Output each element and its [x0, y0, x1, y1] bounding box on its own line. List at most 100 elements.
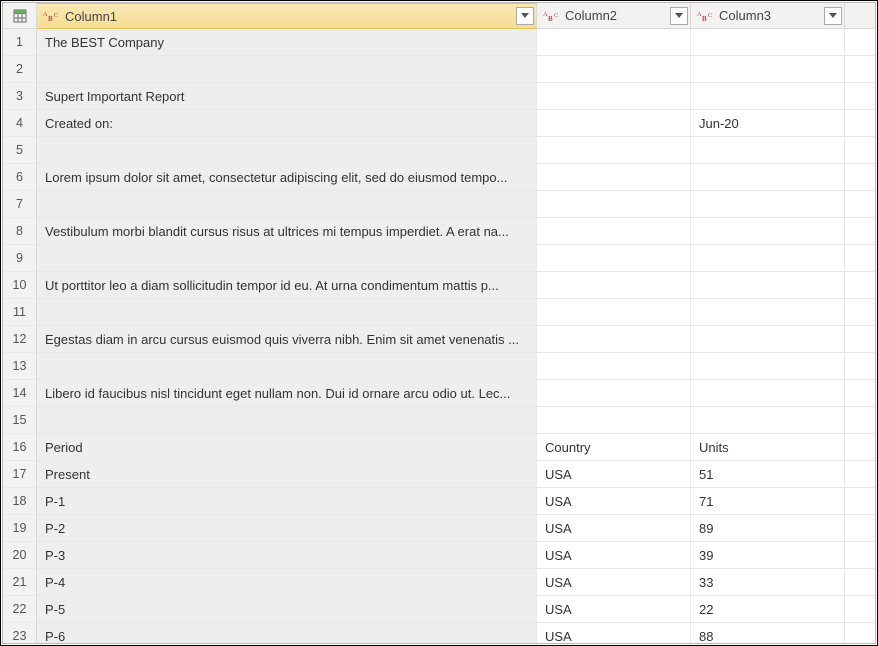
cell-column2[interactable]: USA — [537, 515, 691, 542]
column-header-column2[interactable]: A B C Column2 — [537, 3, 691, 29]
cell-column1[interactable] — [37, 191, 537, 218]
cell-column3[interactable]: 51 — [691, 461, 845, 488]
cell-column3[interactable] — [691, 164, 845, 191]
table-row[interactable]: 16PeriodCountryUnits — [3, 434, 875, 461]
cell-column3[interactable]: 71 — [691, 488, 845, 515]
cell-column2[interactable] — [537, 164, 691, 191]
cell-column2[interactable]: USA — [537, 569, 691, 596]
row-number[interactable]: 22 — [3, 596, 37, 623]
cell-column1[interactable] — [37, 245, 537, 272]
cell-column1[interactable]: P-6 — [37, 623, 537, 643]
cell-column3[interactable] — [691, 218, 845, 245]
row-number[interactable]: 20 — [3, 542, 37, 569]
cell-column1[interactable]: Created on: — [37, 110, 537, 137]
table-row[interactable]: 18P-1USA71 — [3, 488, 875, 515]
cell-column2[interactable] — [537, 272, 691, 299]
cell-column1[interactable]: P-3 — [37, 542, 537, 569]
table-row[interactable]: 9 — [3, 245, 875, 272]
cell-column2[interactable] — [537, 110, 691, 137]
cell-column1[interactable]: P-1 — [37, 488, 537, 515]
table-row[interactable]: 3Supert Important Report — [3, 83, 875, 110]
cell-column2[interactable] — [537, 407, 691, 434]
cell-column1[interactable] — [37, 137, 537, 164]
row-number[interactable]: 4 — [3, 110, 37, 137]
table-row[interactable]: 5 — [3, 137, 875, 164]
cell-column1[interactable]: Lorem ipsum dolor sit amet, consectetur … — [37, 164, 537, 191]
cell-column1[interactable]: Present — [37, 461, 537, 488]
cell-column3[interactable] — [691, 380, 845, 407]
cell-column2[interactable] — [537, 137, 691, 164]
cell-column3[interactable] — [691, 407, 845, 434]
cell-column2[interactable] — [537, 353, 691, 380]
cell-column3[interactable] — [691, 353, 845, 380]
cell-column2[interactable]: Country — [537, 434, 691, 461]
cell-column1[interactable]: Vestibulum morbi blandit cursus risus at… — [37, 218, 537, 245]
cell-column3[interactable] — [691, 56, 845, 83]
table-row[interactable]: 20P-3USA39 — [3, 542, 875, 569]
row-number[interactable]: 2 — [3, 56, 37, 83]
table-row[interactable]: 1The BEST Company — [3, 29, 875, 56]
row-number[interactable]: 13 — [3, 353, 37, 380]
cell-column3[interactable]: 88 — [691, 623, 845, 643]
cell-column2[interactable] — [537, 380, 691, 407]
row-number[interactable]: 15 — [3, 407, 37, 434]
table-row[interactable]: 2 — [3, 56, 875, 83]
table-row[interactable]: 7 — [3, 191, 875, 218]
cell-column2[interactable] — [537, 29, 691, 56]
cell-column2[interactable] — [537, 83, 691, 110]
cell-column1[interactable]: Ut porttitor leo a diam sollicitudin tem… — [37, 272, 537, 299]
row-number[interactable]: 5 — [3, 137, 37, 164]
cell-column2[interactable]: USA — [537, 623, 691, 643]
cell-column1[interactable] — [37, 56, 537, 83]
table-row[interactable]: 19P-2USA89 — [3, 515, 875, 542]
cell-column1[interactable]: P-2 — [37, 515, 537, 542]
table-row[interactable]: 13 — [3, 353, 875, 380]
table-row[interactable]: 15 — [3, 407, 875, 434]
cell-column3[interactable] — [691, 245, 845, 272]
table-row[interactable]: 21P-4USA33 — [3, 569, 875, 596]
row-number[interactable]: 3 — [3, 83, 37, 110]
cell-column2[interactable] — [537, 56, 691, 83]
column-header-column3[interactable]: A B C Column3 — [691, 3, 845, 29]
cell-column1[interactable]: P-5 — [37, 596, 537, 623]
column-header-column1[interactable]: A B C Column1 — [37, 3, 537, 29]
table-row[interactable]: 8Vestibulum morbi blandit cursus risus a… — [3, 218, 875, 245]
cell-column1[interactable] — [37, 353, 537, 380]
cell-column2[interactable]: USA — [537, 488, 691, 515]
table-row[interactable]: 11 — [3, 299, 875, 326]
table-row[interactable]: 6Lorem ipsum dolor sit amet, consectetur… — [3, 164, 875, 191]
cell-column3[interactable]: Units — [691, 434, 845, 461]
row-number[interactable]: 8 — [3, 218, 37, 245]
row-number[interactable]: 19 — [3, 515, 37, 542]
row-number[interactable]: 16 — [3, 434, 37, 461]
cell-column3[interactable]: 39 — [691, 542, 845, 569]
cell-column2[interactable] — [537, 245, 691, 272]
cell-column2[interactable] — [537, 326, 691, 353]
cell-column2[interactable] — [537, 218, 691, 245]
table-row[interactable]: 14Libero id faucibus nisl tincidunt eget… — [3, 380, 875, 407]
cell-column2[interactable]: USA — [537, 461, 691, 488]
table-row[interactable]: 4Created on: Jun-20 — [3, 110, 875, 137]
row-number[interactable]: 14 — [3, 380, 37, 407]
cell-column3[interactable] — [691, 83, 845, 110]
row-number[interactable]: 6 — [3, 164, 37, 191]
cell-column3[interactable]: Jun-20 — [691, 110, 845, 137]
cell-column3[interactable] — [691, 272, 845, 299]
table-row[interactable]: 17PresentUSA51 — [3, 461, 875, 488]
cell-column3[interactable] — [691, 29, 845, 56]
cell-column3[interactable] — [691, 326, 845, 353]
row-number[interactable]: 21 — [3, 569, 37, 596]
table-row[interactable]: 22P-5USA22 — [3, 596, 875, 623]
cell-column1[interactable]: Libero id faucibus nisl tincidunt eget n… — [37, 380, 537, 407]
row-number[interactable]: 12 — [3, 326, 37, 353]
column-filter-dropdown[interactable] — [824, 7, 842, 25]
cell-column1[interactable]: P-4 — [37, 569, 537, 596]
row-number[interactable]: 9 — [3, 245, 37, 272]
cell-column2[interactable]: USA — [537, 596, 691, 623]
cell-column2[interactable]: USA — [537, 542, 691, 569]
cell-column1[interactable]: The BEST Company — [37, 29, 537, 56]
cell-column1[interactable]: Supert Important Report — [37, 83, 537, 110]
column-filter-dropdown[interactable] — [670, 7, 688, 25]
row-number[interactable]: 18 — [3, 488, 37, 515]
select-all-corner[interactable] — [3, 3, 37, 29]
